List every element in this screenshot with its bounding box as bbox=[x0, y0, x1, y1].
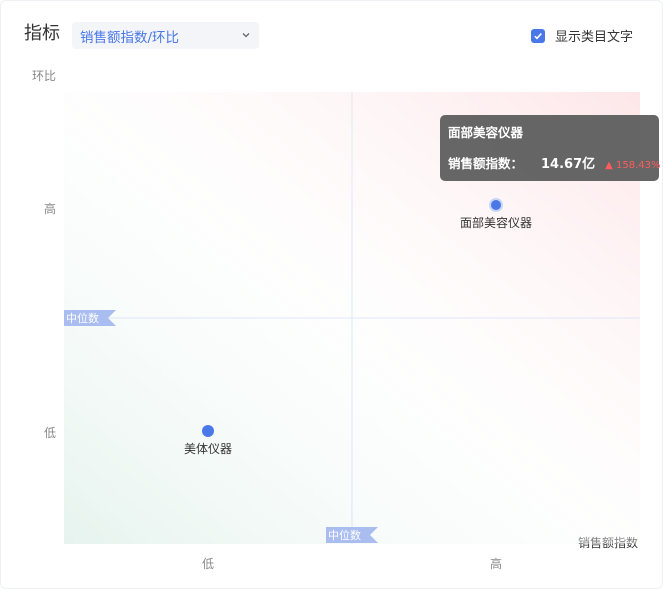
scatter-chart: 中位数 中位数 面部美容仪器美体仪器 bbox=[64, 92, 640, 544]
tooltip: 面部美容仪器 销售额指数： 14.67亿 ▲ 158.43% bbox=[440, 115, 661, 181]
tooltip-title: 面部美容仪器 bbox=[448, 125, 524, 140]
data-point-label: 美体仪器 bbox=[184, 442, 232, 456]
data-point-label: 面部美容仪器 bbox=[460, 215, 532, 230]
tooltip-value: 14.67亿 bbox=[541, 157, 596, 172]
median-tag-y-text: 中位数 bbox=[66, 311, 99, 325]
median-tag-x-text: 中位数 bbox=[328, 528, 361, 542]
data-point[interactable] bbox=[489, 198, 503, 212]
tooltip-change: ▲ 158.43% bbox=[605, 160, 661, 171]
tooltip-label: 销售额指数： bbox=[448, 156, 524, 171]
data-point[interactable] bbox=[202, 425, 214, 437]
